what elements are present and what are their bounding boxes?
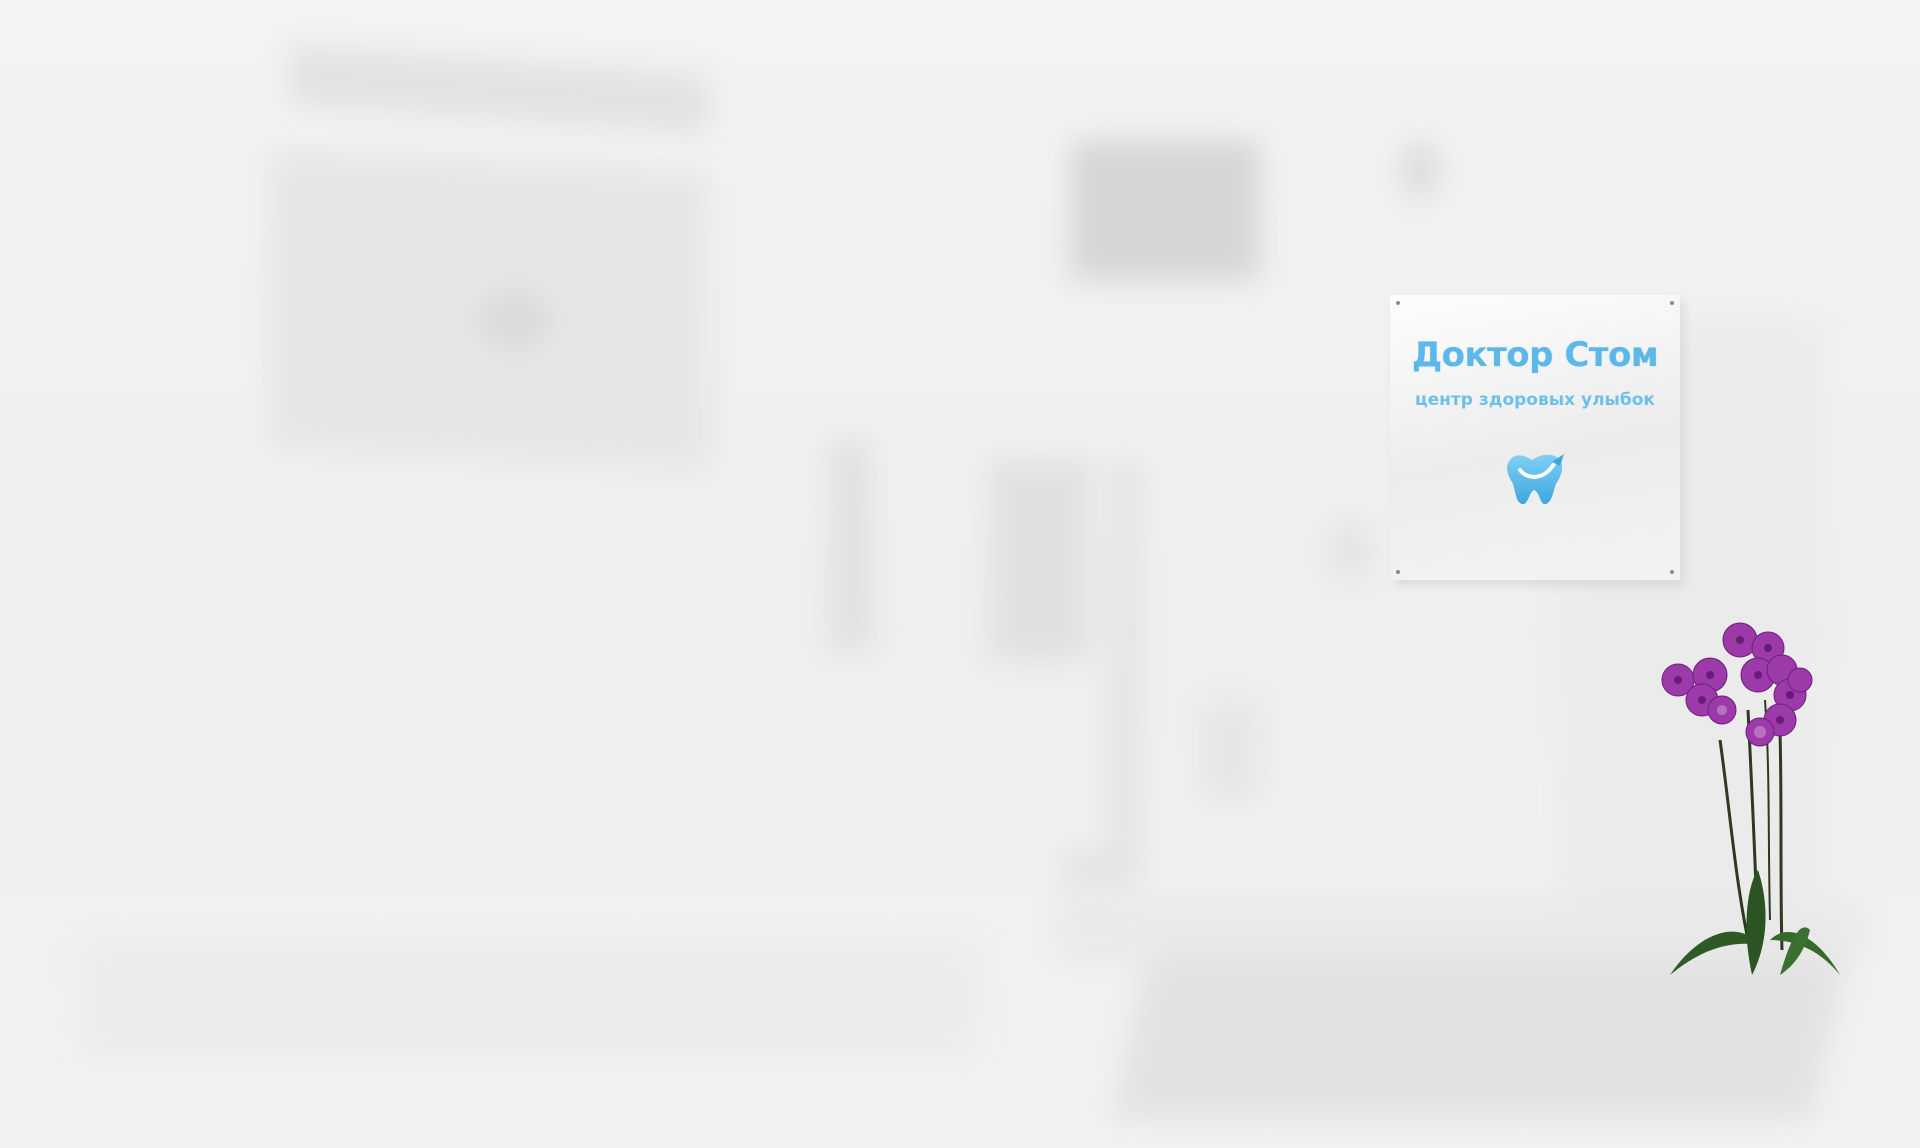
clinic-background-photo: Доктор Стом центр здоровых улыбок xyxy=(0,0,1920,1148)
clinic-brand-name: Доктор Стом xyxy=(1411,335,1659,375)
clinic-tagline: центр здоровых улыбок xyxy=(1415,390,1655,410)
clinic-sign: Доктор Стом центр здоровых улыбок xyxy=(1390,295,1680,580)
orchid-plant xyxy=(1661,622,1840,975)
tooth-icon xyxy=(1507,454,1564,505)
screw-icon xyxy=(1396,301,1400,305)
screw-icon xyxy=(1670,570,1674,574)
screw-icon xyxy=(1670,301,1674,305)
screw-icon xyxy=(1396,570,1400,574)
